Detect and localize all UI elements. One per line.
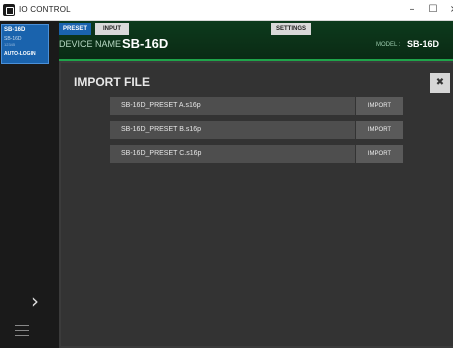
- file-row: SB-16D_PRESET C.s16p IMPORT: [110, 145, 404, 163]
- minimize-button[interactable]: –: [404, 3, 420, 17]
- title-bar: IO CONTROL – ☐ ×: [0, 0, 453, 21]
- tab-input[interactable]: INPUT: [95, 23, 129, 35]
- unit-name: SB-16D: [4, 27, 26, 33]
- dialog-title: IMPORT FILE: [74, 75, 150, 89]
- model-label: MODEL :: [376, 42, 401, 48]
- window-title: IO CONTROL: [19, 5, 71, 14]
- chevron-right-icon[interactable]: ›: [31, 291, 39, 311]
- tab-preset[interactable]: PRESET: [59, 23, 91, 35]
- model-value: SB-16D: [407, 39, 440, 49]
- unit-login-status: AUTO-LOGIN: [4, 51, 36, 57]
- file-name[interactable]: SB-16D_PRESET B.s16p: [110, 121, 355, 139]
- main-area: IMPORT FILE ✖ SB-16D_PRESET A.s16p IMPOR…: [59, 61, 453, 348]
- header: PRESET INPUT SETTINGS DEVICE NAME : SB-1…: [59, 21, 453, 61]
- file-name[interactable]: SB-16D_PRESET A.s16p: [110, 97, 355, 115]
- import-button[interactable]: IMPORT: [356, 97, 403, 115]
- file-row: SB-16D_PRESET B.s16p IMPORT: [110, 121, 404, 139]
- import-file-dialog: IMPORT FILE ✖ SB-16D_PRESET A.s16p IMPOR…: [61, 63, 453, 346]
- close-icon[interactable]: ✖: [430, 73, 450, 93]
- sidebar: SB-16D SB-16D 12345 AUTO-LOGIN ›: [0, 21, 59, 348]
- tab-settings[interactable]: SETTINGS: [271, 23, 311, 35]
- app-icon: [3, 4, 15, 16]
- import-button[interactable]: IMPORT: [356, 121, 403, 139]
- window-close-button[interactable]: ×: [446, 3, 453, 17]
- unit-card[interactable]: SB-16D SB-16D 12345 AUTO-LOGIN: [1, 24, 49, 64]
- unit-serial: 12345: [4, 42, 16, 47]
- device-name-value: SB-16D: [122, 36, 169, 51]
- device-name-label: DEVICE NAME :: [59, 39, 127, 49]
- file-name[interactable]: SB-16D_PRESET C.s16p: [110, 145, 355, 163]
- maximize-button[interactable]: ☐: [425, 3, 441, 17]
- hamburger-icon[interactable]: [15, 325, 29, 336]
- file-row: SB-16D_PRESET A.s16p IMPORT: [110, 97, 404, 115]
- import-button[interactable]: IMPORT: [356, 145, 403, 163]
